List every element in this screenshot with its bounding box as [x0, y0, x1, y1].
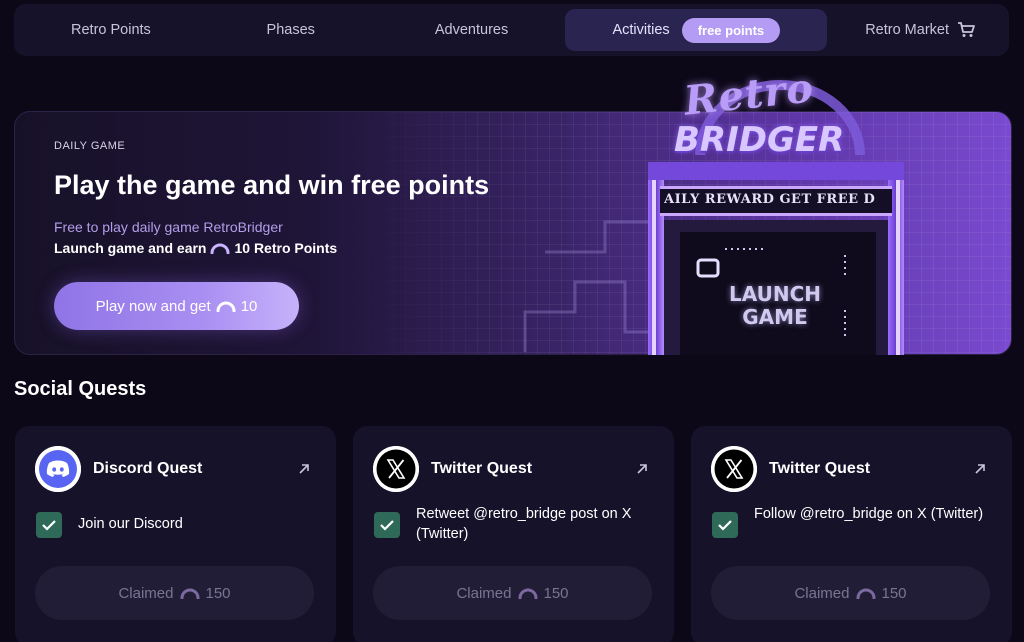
retro-points-icon: [216, 300, 236, 312]
claimed-points: 150: [881, 584, 907, 602]
claimed-button[interactable]: Claimed 150: [35, 566, 314, 620]
quest-card-twitter-follow: Twitter Quest Follow @retro_bridge on X …: [691, 426, 1012, 642]
nav-adventures[interactable]: Adventures: [378, 9, 566, 51]
nav-label: Retro Market: [865, 22, 949, 38]
retro-points-icon: [210, 242, 230, 254]
nav-retro-points[interactable]: Retro Points: [18, 9, 204, 51]
task-text: Join our Discord: [78, 516, 183, 532]
quest-card-twitter-retweet: Twitter Quest Retweet @retro_bridge post…: [353, 426, 674, 642]
nav-activities[interactable]: Activities free points: [565, 9, 828, 51]
checkbox-checked[interactable]: [36, 512, 62, 538]
checkbox-checked[interactable]: [712, 512, 738, 538]
discord-icon: [35, 446, 81, 492]
claimed-label: Claimed: [118, 584, 174, 602]
play-now-button[interactable]: Play now and get 10: [54, 282, 299, 330]
free-points-badge: free points: [681, 17, 781, 43]
claimed-label: Claimed: [794, 584, 850, 602]
card-title: Discord Quest: [93, 460, 203, 477]
play-button-label: Play now and get: [95, 297, 211, 315]
nav-retro-market[interactable]: Retro Market: [835, 9, 1005, 51]
earn-line: Launch game and earn 10 Retro Points: [54, 240, 337, 256]
quest-card-discord: Discord Quest Join our Discord Claimed 1…: [15, 426, 336, 642]
cart-icon: [957, 22, 975, 38]
launch-line-1: LAUNCH: [728, 282, 821, 306]
card-title: Twitter Quest: [431, 460, 533, 477]
nav-label: Adventures: [434, 22, 509, 38]
earn-prefix: Launch game and earn: [54, 240, 207, 256]
earn-suffix: 10 Retro Points: [234, 240, 338, 256]
nav-label: Retro Points: [71, 22, 151, 38]
claimed-label: Claimed: [456, 584, 512, 602]
eyebrow-label: DAILY GAME: [54, 140, 126, 152]
external-link-icon[interactable]: [635, 462, 649, 476]
social-quests-heading: Social Quests: [14, 378, 147, 400]
retro-points-icon: [180, 587, 200, 599]
external-link-icon[interactable]: [973, 462, 987, 476]
bridger-logo-text: BRIDGER: [674, 120, 845, 160]
task-text: Follow @retro_bridge on X (Twitter): [754, 506, 984, 522]
play-button-points: 10: [240, 297, 258, 315]
top-nav: Retro Points Phases Adventures Activitie…: [14, 4, 1009, 56]
nav-phases[interactable]: Phases: [204, 9, 378, 51]
nav-label: Phases: [266, 22, 315, 38]
external-link-icon[interactable]: [297, 462, 311, 476]
x-logo-icon: [711, 446, 757, 492]
checkbox-checked[interactable]: [374, 512, 400, 538]
hero-subtitle: Free to play daily game RetroBridger: [54, 219, 283, 235]
launch-line-2: GAME: [742, 305, 808, 329]
nav-label: Activities: [612, 22, 670, 38]
claimed-points: 150: [543, 584, 569, 602]
retro-points-icon: [856, 587, 876, 599]
marquee-text: AILY REWARD GET FREE D: [664, 192, 876, 207]
hero-title: Play the game and win free points: [54, 170, 490, 200]
claimed-button[interactable]: Claimed 150: [711, 566, 990, 620]
claimed-button[interactable]: Claimed 150: [373, 566, 652, 620]
launch-game-label[interactable]: LAUNCH GAME: [716, 283, 834, 329]
task-text: Retweet @retro_bridge post on X (Twitter…: [416, 506, 632, 542]
card-title: Twitter Quest: [769, 460, 871, 477]
claimed-points: 150: [205, 584, 231, 602]
retro-points-icon: [518, 587, 538, 599]
x-logo-icon: [373, 446, 419, 492]
